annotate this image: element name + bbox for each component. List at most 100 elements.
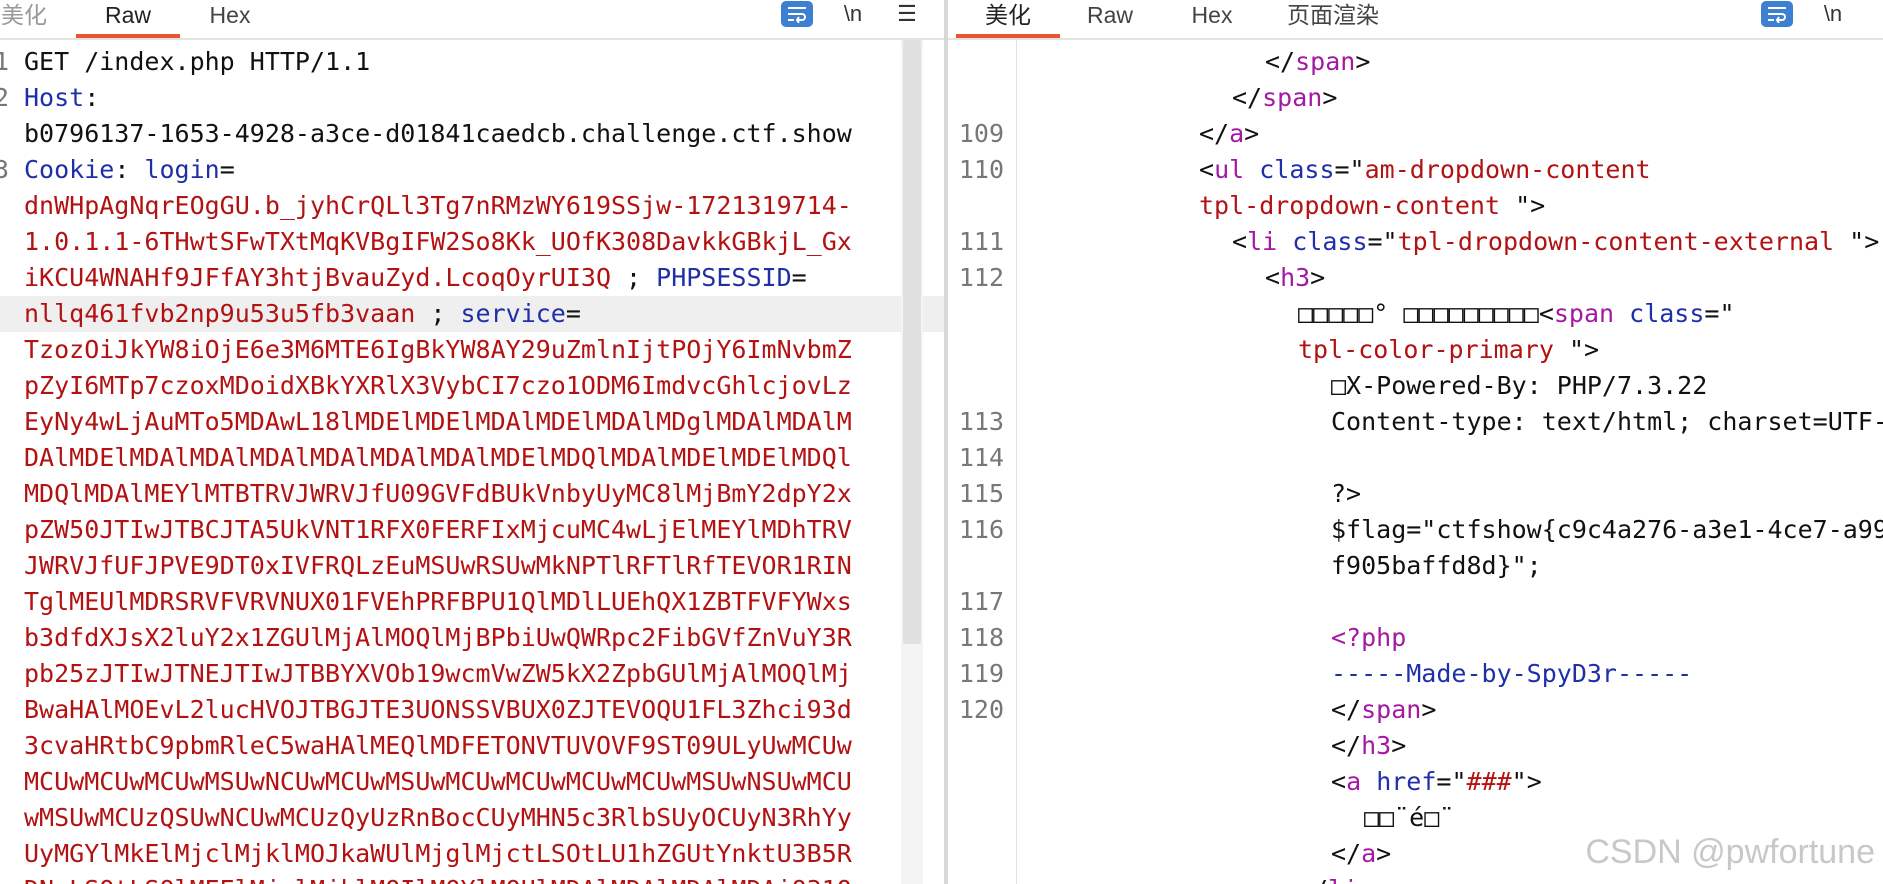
- code-text: TzozOiJkYW8iOjE6e3M6MTE6IgBkYW8AY29uZmln…: [24, 332, 852, 368]
- tab-hex[interactable]: Hex: [200, 0, 260, 38]
- code-token: >: [1376, 839, 1392, 868]
- code-line: </span>: [948, 80, 1883, 116]
- code-token: =": [1334, 155, 1365, 184]
- line-number: 2: [0, 83, 10, 112]
- line-number: 116: [958, 515, 1004, 544]
- code-line: □□□□□° □□□□□□□□□<span class=": [948, 296, 1883, 332]
- code-token: <: [1199, 155, 1215, 184]
- code-token: TzozOiJkYW8iOjE6e3M6MTE6IgBkYW8AY29uZmln…: [24, 335, 852, 364]
- hamburger-menu-icon[interactable]: ☰: [892, 0, 922, 30]
- code-text: b0796137-1653-4928-a3ce-d01841caedcb.cha…: [24, 116, 852, 152]
- wrap-lines-icon[interactable]: [781, 1, 813, 27]
- code-token: a: [1361, 839, 1377, 868]
- code-token: JWRVJfUFJPVE9DT0xIVFRQLzEuMSUwRSUwMkNPTl…: [24, 551, 852, 580]
- line-number: [952, 44, 1004, 80]
- code-line: b0796137-1653-4928-a3ce-d01841caedcb.cha…: [0, 116, 945, 152]
- code-line: <a href="###">: [948, 764, 1883, 800]
- line-number: [0, 512, 8, 548]
- line-number: 114: [958, 443, 1004, 472]
- request-scrollbar[interactable]: [901, 40, 923, 884]
- code-token: DNyLSOtLSOlMEElMjclMjklMOIlMOYlMOUlMDAlM…: [24, 875, 852, 884]
- code-text: TglMEUlMDRSRVFVRVNUX01FVEhPRFBPU1QlMDlLU…: [24, 584, 852, 620]
- code-token: =: [565, 299, 581, 328]
- code-text: </a>: [1331, 836, 1391, 872]
- code-token: h3: [1361, 731, 1392, 760]
- code-line: 3cvaHRtbC9pbmRleC5waHAlMEQlMDFETONVTUVOV…: [0, 728, 945, 764]
- code-line: 111 <li class="tpl-dropdown-content-exter…: [948, 224, 1883, 260]
- line-number: [952, 836, 1004, 872]
- code-text: pb25zJTIwJTNEJTIwJTBBYXVOb19wcmVwZW5kX2Z…: [24, 656, 852, 692]
- code-token: <: [1232, 227, 1248, 256]
- code-line: 116 $flag="ctfshow{c9c4a276-a3e1-4ce7-a99…: [948, 512, 1883, 548]
- code-token: dnWHpAgNqrEOgGU.b_jyhCrQLl3Tg7nRMzWY619S…: [24, 191, 852, 220]
- code-token: DAlMDElMDAlMDAlMDAlMDAlMDAlMDAlMDElMDQlM…: [24, 443, 852, 472]
- code-token: Content-type: text/html; charset=UTF-8: [1331, 407, 1883, 436]
- line-number: [952, 764, 1004, 800]
- code-text: </span>: [1265, 44, 1370, 80]
- code-text: <ul class="am-dropdown-content: [1199, 152, 1651, 188]
- line-number: [0, 224, 8, 260]
- request-editor[interactable]: 1 GET /index.php HTTP/1.1 2 Host: b0796137-…: [0, 40, 945, 884]
- line-number: [0, 764, 8, 800]
- code-token: <: [1331, 767, 1347, 796]
- line-number: [0, 404, 8, 440]
- code-token: BwaHAlMOEvL2lucHVOJTBGJTE3UONSSVBUX0ZJTE…: [24, 695, 852, 724]
- line-number: 113: [958, 407, 1004, 436]
- code-line: 115 ?>: [948, 476, 1883, 512]
- code-text: MCUwMCUwMCUwMSUwNCUwMCUwMSUwMCUwMCUwMCUw…: [24, 764, 852, 800]
- line-number: [0, 692, 8, 728]
- code-token: ">: [1515, 191, 1546, 220]
- code-token: tpl-color-primary: [1298, 335, 1569, 364]
- code-line: </li>: [948, 872, 1883, 884]
- code-line: pb25zJTIwJTNEJTIwJTBBYXVOb19wcmVwZW5kX2Z…: [0, 656, 945, 692]
- code-token: span: [1361, 695, 1422, 724]
- code-text: f905baffd8d}";: [1331, 548, 1542, 584]
- code-token: UyMGYlMkElMjclMjklMOJkaWUlMjglMjctLSOtLU…: [24, 839, 852, 868]
- code-text: EyNy4wLjAuMTo5MDAwL18lMDElMDElMDAlMDElMD…: [24, 404, 852, 440]
- tab-raw[interactable]: Raw: [76, 0, 180, 38]
- line-number: [0, 800, 8, 836]
- code-line: DNyLSOtLSOlMEElMjclMjklMOIlMOYlMOUlMDAlM…: [0, 872, 945, 884]
- tab-pretty[interactable]: 美化: [956, 0, 1060, 38]
- line-number: [0, 548, 8, 584]
- code-line: 118 <?php: [948, 620, 1883, 656]
- code-line: 110 <ul class="am-dropdown-content: [948, 152, 1883, 188]
- code-text: 1.0.1.1-6THwtSFwTXtMqKVBgIFW2So8Kk_UOfK3…: [24, 224, 852, 260]
- code-token: href: [1376, 767, 1437, 796]
- code-token: GET /index.php HTTP/1.1: [24, 47, 371, 76]
- code-line: b3dfdXJsX2luY2x1ZGUlMjAlMOQlMjBPbiUwQWRp…: [0, 620, 945, 656]
- code-token: li: [1328, 875, 1358, 884]
- tab-pretty[interactable]: 美化: [0, 0, 48, 38]
- code-token: class: [1292, 227, 1368, 256]
- code-token: span: [1295, 47, 1356, 76]
- newline-toggle[interactable]: \n: [838, 0, 868, 30]
- code-token: >: [1355, 47, 1371, 76]
- code-token: login: [144, 155, 220, 184]
- code-token: EyNy4wLjAuMTo5MDAwL18lMDElMDElMDAlMDElMD…: [24, 407, 852, 436]
- code-token: Cookie: [24, 155, 115, 184]
- code-token: =: [791, 263, 807, 292]
- line-number: [952, 728, 1004, 764]
- code-text: tpl-color-primary ">: [1298, 332, 1599, 368]
- code-token: ">: [1849, 227, 1880, 256]
- code-line: 119 -----Made-by-SpyD3r-----: [948, 656, 1883, 692]
- code-text: Cookie: login=: [24, 152, 235, 188]
- tab-render[interactable]: 页面渲染: [1278, 0, 1388, 38]
- line-number: 110: [958, 155, 1004, 184]
- request-scroll-thumb[interactable]: [903, 40, 921, 644]
- line-number: 1: [0, 47, 10, 76]
- response-editor[interactable]: </span> </span> 109 </a> 110 <ul class="am-dr…: [948, 40, 1883, 884]
- tab-raw[interactable]: Raw: [1080, 0, 1140, 38]
- code-token: <?php: [1331, 623, 1407, 652]
- tab-hex[interactable]: Hex: [1184, 0, 1240, 38]
- code-text: -----Made-by-SpyD3r-----: [1331, 656, 1692, 692]
- code-text: wMSUwMCUzQSUwNCUwMCUzQyUzRnBocCUyMHN5c3R…: [24, 800, 852, 836]
- newline-toggle[interactable]: \n: [1818, 0, 1848, 30]
- code-token: =": [1704, 299, 1735, 328]
- wrap-lines-icon[interactable]: [1761, 1, 1793, 27]
- code-line: 117: [948, 584, 1883, 620]
- code-token: pZyI6MTp7czoxMDoidXBkYXRlX3VybCI7czo1ODM…: [24, 371, 852, 400]
- code-line: nllq461fvb2np9u53u5fb3vaan ; service=: [0, 296, 945, 332]
- code-token: =: [219, 155, 235, 184]
